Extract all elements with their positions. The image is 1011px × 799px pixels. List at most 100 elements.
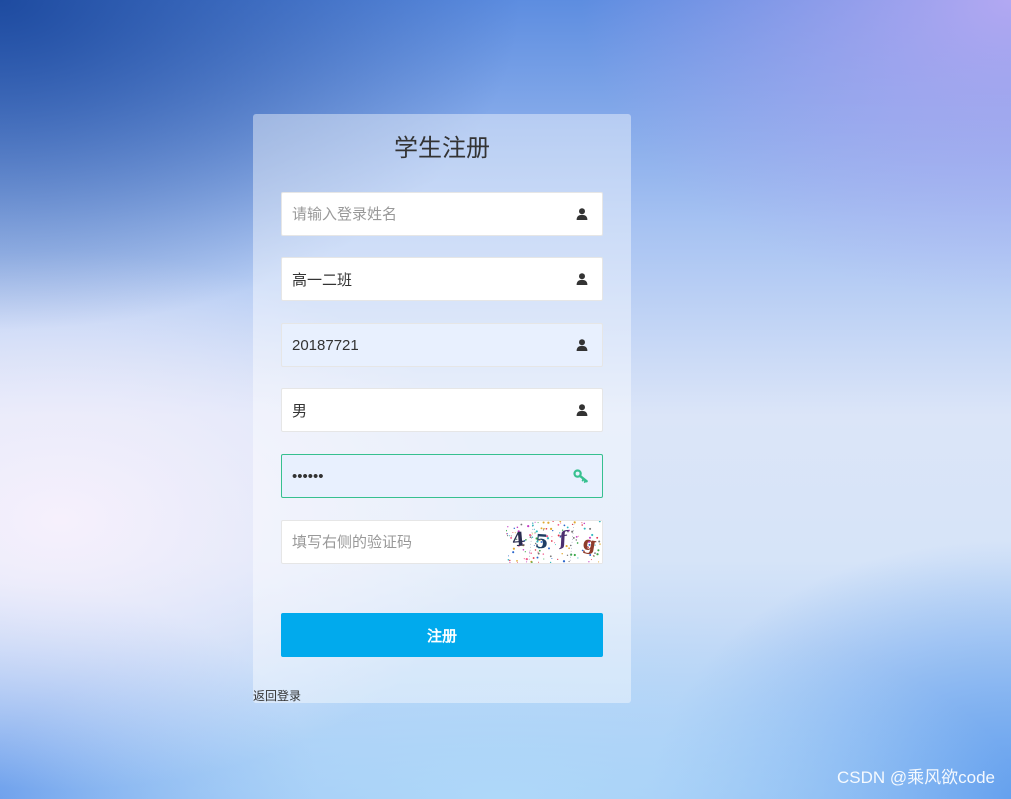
- captcha-noise-dot: [527, 525, 530, 528]
- captcha-noise-dot: [598, 561, 600, 563]
- captcha-noise-dot: [552, 529, 554, 532]
- captcha-field: 4 5 f g: [281, 520, 603, 564]
- captcha-noise-dot: [509, 559, 511, 562]
- register-button[interactable]: 注册: [281, 613, 603, 657]
- user-icon: [576, 339, 588, 351]
- name-field: [281, 192, 603, 236]
- user-icon: [576, 273, 588, 285]
- captcha-noise-dot: [571, 530, 574, 533]
- captcha-noise-dot: [531, 561, 533, 563]
- student-id-field: [281, 323, 603, 367]
- captcha-noise-dot: [506, 529, 507, 532]
- gender-input[interactable]: [282, 389, 602, 431]
- captcha-noise-dot: [526, 561, 528, 563]
- captcha-noise-dot: [590, 559, 592, 561]
- captcha-noise-dot: [524, 551, 526, 553]
- captcha-noise-dot: [542, 521, 545, 524]
- captcha-noise-dot: [571, 523, 574, 525]
- captcha-noise-dot: [588, 561, 590, 563]
- captcha-image[interactable]: 4 5 f g: [506, 521, 602, 563]
- captcha-noise-dot: [563, 524, 566, 527]
- captcha-noise-dot: [581, 522, 583, 524]
- captcha-noise-dot: [554, 542, 556, 544]
- captcha-noise-dot: [525, 557, 528, 561]
- captcha-noise-dot: [506, 534, 509, 537]
- captcha-noise-dot: [534, 521, 536, 523]
- captcha-noise-dot: [543, 558, 545, 560]
- captcha-noise-dot: [523, 558, 525, 560]
- captcha-noise-dot: [520, 523, 523, 526]
- captcha-noise-dot: [506, 533, 507, 535]
- captcha-noise-dot: [508, 555, 510, 557]
- captcha-noise-dot: [583, 522, 586, 525]
- captcha-noise-dot: [573, 553, 576, 557]
- captcha-noise-dot: [516, 562, 518, 563]
- register-card: 学生注册 请输入登录姓名 高一二班 20187721 男 •••••• 填写右侧…: [253, 114, 631, 703]
- captcha-noise-dot: [551, 558, 553, 559]
- captcha-noise-dot: [549, 561, 552, 563]
- captcha-noise-dot: [551, 536, 553, 538]
- captcha-noise-dot: [555, 544, 556, 546]
- captcha-noise-dot: [561, 552, 563, 555]
- class-field: [281, 257, 603, 301]
- password-field: [281, 454, 603, 498]
- captcha-noise-dot: [529, 536, 532, 538]
- captcha-noise-dot: [550, 540, 553, 542]
- captcha-noise-dot: [531, 533, 533, 535]
- captcha-noise-dot: [566, 554, 569, 556]
- user-icon: [576, 404, 588, 416]
- captcha-noise-dot: [557, 558, 559, 561]
- captcha-noise-dot: [506, 533, 508, 535]
- captcha-noise-dot: [529, 534, 532, 537]
- captcha-noise-dot: [562, 560, 566, 563]
- captcha-noise-dot: [581, 524, 583, 526]
- class-input[interactable]: [282, 258, 602, 300]
- captcha-noise-dot: [573, 521, 576, 524]
- captcha-noise-dot: [575, 535, 578, 538]
- captcha-noise-dot: [507, 559, 510, 561]
- captcha-noise-dot: [509, 562, 511, 563]
- gender-field: [281, 388, 603, 432]
- back-to-login-link[interactable]: 返回登录: [253, 689, 301, 703]
- watermark: CSDN @乘风欲code: [836, 768, 995, 787]
- captcha-noise-dot: [575, 539, 578, 541]
- captcha-noise-dot: [597, 549, 600, 552]
- captcha-noise-dot: [572, 536, 575, 539]
- captcha-noise-dot: [536, 556, 539, 559]
- captcha-noise-dot: [560, 522, 562, 524]
- captcha-noise-dot: [566, 526, 569, 529]
- captcha-noise-dot: [543, 527, 545, 530]
- captcha-noise-dot: [568, 560, 570, 563]
- password-input[interactable]: [282, 455, 602, 497]
- captcha-noise-dot: [507, 526, 509, 528]
- captcha-noise-dot: [569, 553, 573, 556]
- captcha-noise-dot: [596, 553, 599, 556]
- captcha-noise-dot: [589, 527, 592, 530]
- captcha-noise-dot: [548, 547, 550, 550]
- captcha-noise-dot: [598, 521, 601, 523]
- captcha-noise-dot: [509, 535, 510, 537]
- captcha-noise-dot: [532, 557, 535, 559]
- captcha-noise-dot: [576, 542, 579, 544]
- key-icon: [573, 469, 588, 483]
- student-id-input[interactable]: [282, 324, 602, 366]
- captcha-noise-dot: [538, 561, 540, 563]
- captcha-noise-dot: [559, 521, 562, 523]
- captcha-noise-dot: [569, 544, 572, 547]
- captcha-noise-dot: [533, 528, 535, 530]
- captcha-noise-dot: [537, 522, 539, 524]
- captcha-noise-dot: [545, 527, 548, 530]
- captcha-noise-dot: [598, 540, 601, 543]
- captcha-char: 4: [511, 528, 527, 552]
- page-title: 学生注册: [394, 135, 490, 162]
- captcha-noise-dot: [529, 551, 531, 553]
- captcha-noise-dot: [577, 535, 579, 537]
- captcha-noise-dot: [547, 521, 550, 524]
- captcha-noise-dot: [530, 552, 532, 554]
- captcha-noise-line: [528, 522, 534, 562]
- user-icon: [576, 208, 588, 220]
- captcha-noise-dot: [599, 543, 601, 545]
- name-input[interactable]: [282, 193, 602, 235]
- captcha-noise-dot: [568, 529, 570, 532]
- captcha-noise-dot: [552, 521, 554, 522]
